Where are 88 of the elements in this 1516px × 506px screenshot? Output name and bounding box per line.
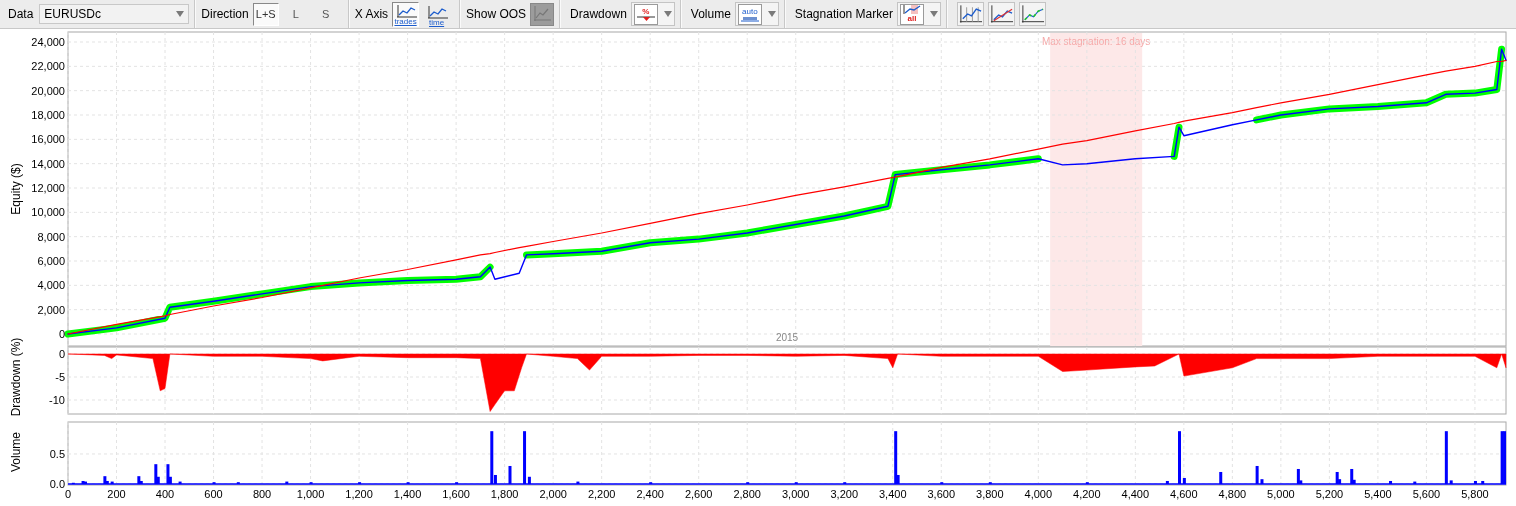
line-chart-icon	[988, 4, 1014, 24]
x-tick-label: 4,200	[1073, 488, 1101, 500]
x-tick-label: 2,800	[733, 488, 761, 500]
line-chart-icon	[1019, 4, 1045, 24]
volume-label: Volume	[690, 6, 731, 23]
drawdown-label: Drawdown	[570, 6, 627, 23]
y-tick-label: 16,000	[31, 133, 65, 146]
icon-caption: all	[907, 14, 917, 23]
y-tick-label: -10	[49, 394, 65, 406]
x-tick-label: 800	[252, 488, 272, 500]
y-tick-label: 0	[58, 348, 65, 360]
line-chart-icon	[533, 6, 552, 22]
x-tick-label: 3,000	[781, 488, 810, 500]
y-tick-label: 6,000	[37, 255, 65, 267]
direction-toggle[interactable]: L	[282, 2, 309, 26]
direction-toggle[interactable]: L+S	[252, 2, 279, 26]
icon-caption: %	[642, 6, 650, 16]
x-tick-label: 1,400	[393, 488, 422, 500]
x-tick-label: 4,800	[1218, 488, 1247, 500]
y-tick-label: 0.5	[49, 448, 65, 460]
axis-title: Equity ($)	[9, 163, 23, 215]
x-tick-label: 2,200	[587, 488, 616, 500]
x-tick-label: 2,600	[684, 488, 713, 500]
axis-title: Volume	[9, 432, 23, 472]
y-tick-label: -5	[55, 371, 65, 383]
icon-caption: auto	[742, 6, 758, 16]
chart-style-button[interactable]	[1018, 2, 1046, 26]
axis-title: Drawdown (%)	[9, 337, 23, 417]
x-tick-label: 5,800	[1461, 488, 1489, 500]
stagnation-marker-dropdown[interactable]: all	[896, 2, 941, 26]
y-tick-label: 14,000	[31, 157, 65, 170]
drawdown-dropdown[interactable]: %	[630, 2, 675, 26]
x-tick-label: 5,200	[1315, 488, 1344, 500]
y-tick-label: 22,000	[31, 60, 65, 73]
caret-icon	[176, 11, 185, 17]
direction-label: Direction	[201, 6, 249, 23]
y-tick-label: 2,000	[37, 303, 65, 316]
y-tick-label: 0	[58, 328, 65, 340]
x-axis-label: X Axis	[354, 6, 389, 23]
y-tick-label: 24,000	[31, 36, 65, 48]
chart-style-button[interactable]	[956, 2, 984, 26]
x-tick-label: 4,400	[1121, 488, 1150, 500]
x-tick-label: 600	[204, 488, 223, 500]
x-tick-label: 400	[155, 488, 175, 500]
x-tick-label: 1,000	[296, 488, 325, 500]
y-tick-label: 8,000	[37, 230, 65, 243]
y-tick-label: 0.0	[49, 478, 65, 490]
y-tick-label: 20,000	[31, 84, 65, 97]
direction-toggle[interactable]: S	[312, 2, 339, 26]
x-tick-label: 1,200	[345, 488, 373, 500]
caret-icon	[663, 11, 672, 17]
trend-line-icon	[901, 5, 922, 14]
line-chart-icon	[957, 4, 983, 24]
line-chart-icon	[394, 4, 417, 18]
x-tick-label: 4,000	[1024, 488, 1053, 500]
down-arrow-icon	[635, 15, 656, 22]
x-tick-label: 2,000	[539, 488, 567, 500]
x-tick-label: 5,400	[1364, 488, 1392, 500]
year-label: 2015	[775, 332, 799, 343]
x-tick-label: 5,000	[1267, 488, 1295, 500]
show-oos-label: Show OOS	[466, 6, 527, 23]
volume-bars-icon	[739, 15, 760, 22]
x-tick-label: 0	[64, 488, 72, 500]
x-tick-label: 3,800	[976, 488, 1004, 500]
x-tick-label: 2,400	[636, 488, 664, 500]
volume-dropdown[interactable]: auto	[734, 2, 779, 26]
x-axis-toggle[interactable]: trades	[392, 1, 420, 27]
x-tick-label: 4,600	[1170, 488, 1198, 500]
x-tick-label: 1,600	[442, 488, 470, 500]
y-tick-label: 4,000	[37, 279, 65, 292]
x-tick-label: 3,400	[879, 488, 907, 500]
x-tick-label: 5,600	[1412, 488, 1441, 500]
x-tick-label: 1,800	[490, 488, 519, 500]
x-tick-label: 3,600	[927, 488, 956, 500]
x-axis-toggle[interactable]: time	[423, 1, 451, 27]
caret-icon	[929, 11, 938, 17]
symbol-dropdown[interactable]: EURUSDc	[39, 4, 190, 24]
stagnation-label: Max stagnation: 16 days	[1041, 36, 1151, 47]
x-tick-label: 3,200	[830, 488, 858, 500]
caret-icon	[767, 11, 776, 17]
y-tick-label: 10,000	[31, 206, 65, 219]
x-tick-label: 200	[107, 488, 126, 500]
y-tick-label: 18,000	[31, 109, 65, 121]
y-tick-label: 12,000	[31, 182, 65, 194]
data-label: Data	[8, 6, 34, 23]
chart-style-button[interactable]	[987, 2, 1015, 26]
stagnation-marker-label: Stagnation Marker	[794, 6, 893, 23]
line-chart-icon	[425, 5, 448, 19]
